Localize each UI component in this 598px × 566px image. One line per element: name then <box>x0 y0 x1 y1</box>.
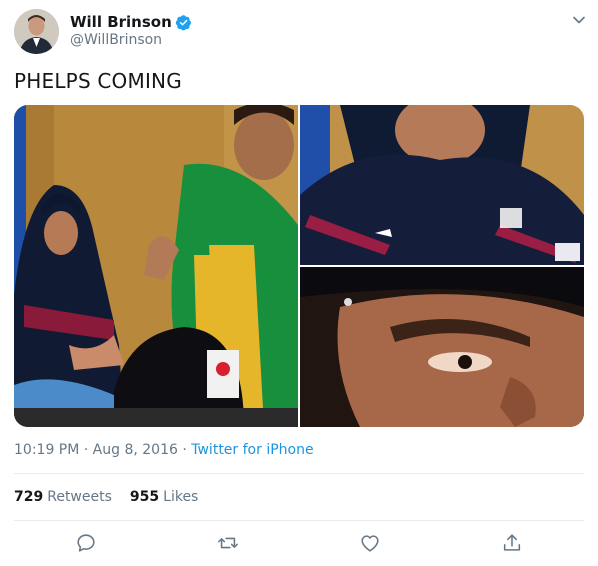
name-row: Will Brinson <box>70 13 192 31</box>
reply-button[interactable] <box>75 532 97 554</box>
retweet-button[interactable] <box>217 532 239 554</box>
tweet-stats: 729 Retweets 955 Likes <box>14 489 216 505</box>
divider <box>14 473 584 474</box>
likes-stat[interactable]: 955 Likes <box>130 489 198 505</box>
retweet-icon <box>218 537 238 549</box>
tweet-card: Will Brinson @WillBrinson PHELPS COMING <box>0 0 598 566</box>
avatar[interactable] <box>14 9 59 54</box>
like-icon <box>361 535 379 552</box>
tweet-meta: 10:19 PM · Aug 8, 2016 · Twitter for iPh… <box>14 442 314 458</box>
retweets-stat[interactable]: 729 Retweets <box>14 489 112 505</box>
photo-2[interactable] <box>300 105 584 265</box>
media-grid <box>14 105 584 427</box>
share-icon <box>503 534 521 551</box>
display-name[interactable]: Will Brinson <box>70 13 172 31</box>
retweets-count: 729 <box>14 489 44 505</box>
photo-1[interactable] <box>14 105 298 427</box>
source-link[interactable]: Twitter for iPhone <box>191 442 313 458</box>
likes-label: Likes <box>163 489 199 505</box>
photo-3[interactable] <box>300 267 584 427</box>
user-handle[interactable]: @WillBrinson <box>70 32 162 48</box>
divider <box>14 520 584 521</box>
tweet-text: PHELPS COMING <box>14 69 182 93</box>
action-bar <box>0 532 598 556</box>
tweet-header: Will Brinson @WillBrinson <box>14 9 586 57</box>
like-button[interactable] <box>359 532 381 554</box>
verified-badge-icon <box>175 14 191 30</box>
likes-count: 955 <box>129 489 160 505</box>
retweets-label: Retweets <box>47 489 112 505</box>
reply-icon <box>77 534 95 552</box>
share-button[interactable] <box>501 532 523 554</box>
chevron-down-icon[interactable] <box>572 13 586 27</box>
timestamp[interactable]: 10:19 PM · Aug 8, 2016 · <box>14 442 191 458</box>
